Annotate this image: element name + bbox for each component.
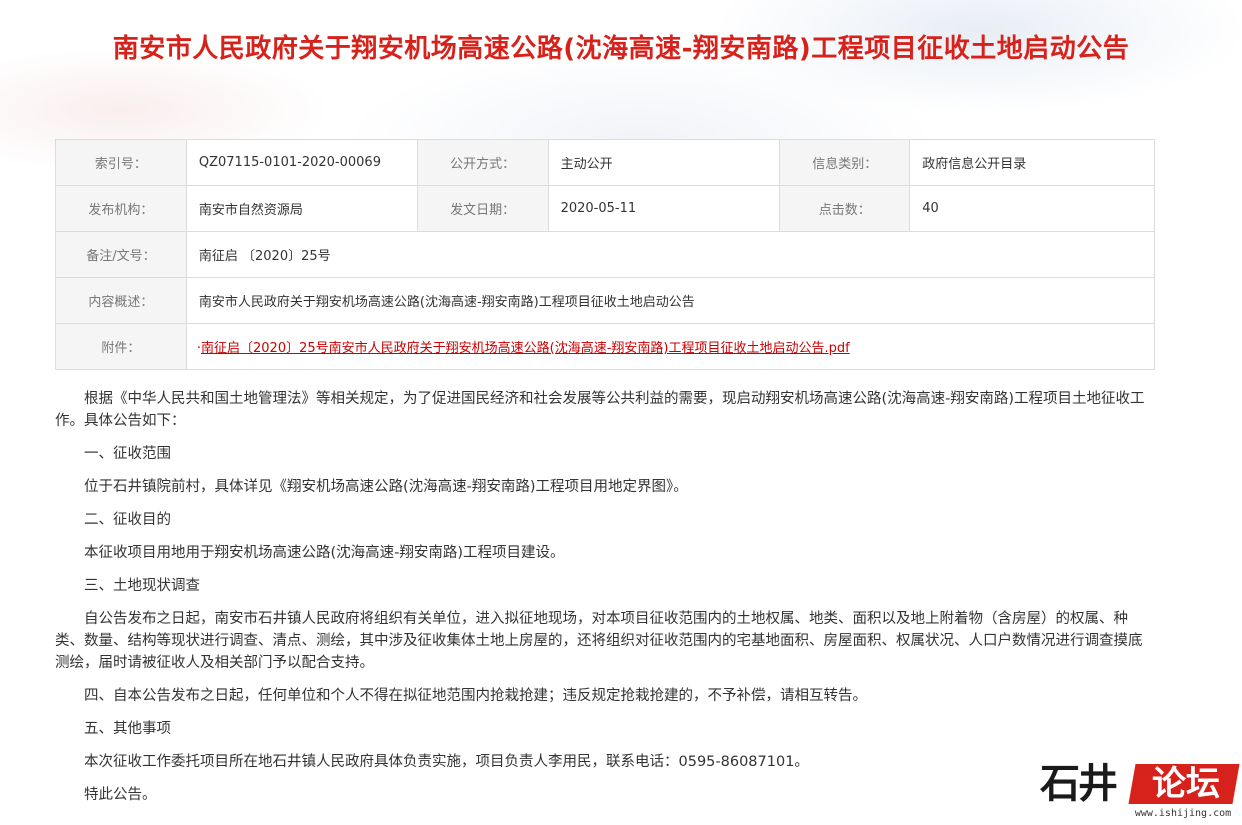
- paragraph: 位于石井镇院前村，具体详见《翔安机场高速公路(沈海高速-翔安南路)工程项目用地定…: [84, 479, 688, 495]
- category-value: 政府信息公开目录: [909, 139, 1155, 186]
- meta-row: 内容概述： 南安市人民政府关于翔安机场高速公路(沈海高速-翔安南路)工程项目征收…: [55, 277, 1156, 324]
- date-label: 发文日期：: [416, 185, 549, 232]
- paragraph: 本次征收工作委托项目所在地石井镇人民政府具体负责实施，项目负责人李用民，联系电话…: [84, 754, 809, 770]
- logo-text-luntan: 论坛: [1152, 764, 1220, 804]
- doc-number-label: 备注/文号：: [55, 231, 187, 278]
- paragraph: 自公告发布之日起，南安市石井镇人民政府将组织有关单位，进入拟征地现场，对本项目征…: [55, 611, 1143, 671]
- hits-label: 点击数：: [779, 185, 911, 232]
- paragraph: 本征收项目用地用于翔安机场高速公路(沈海高速-翔安南路)工程项目建设。: [84, 545, 565, 561]
- open-mode-label: 公开方式：: [416, 139, 549, 186]
- section-heading: 三、土地现状调查: [84, 578, 200, 594]
- meta-table: 索引号： QZ07115-0101-2020-00069 公开方式： 主动公开 …: [55, 139, 1156, 370]
- logo-text-shijing: 石井: [1040, 761, 1118, 807]
- section-heading: 五、其他事项: [84, 721, 171, 737]
- meta-row: 备注/文号： 南征启 〔2020〕25号: [55, 231, 1156, 278]
- publisher-label: 发布机构：: [55, 185, 187, 232]
- publisher-value: 南安市自然资源局: [185, 185, 418, 232]
- meta-row: 发布机构： 南安市自然资源局 发文日期： 2020-05-11 点击数： 40: [55, 185, 1155, 232]
- index-label: 索引号：: [55, 139, 187, 186]
- forum-logo: 石井 论坛 www.ishijing.com: [1036, 760, 1242, 825]
- attachment-cell: ·南征启〔2020〕25号南安市人民政府关于翔安机场高速公路(沈海高速-翔安南路…: [185, 323, 1156, 370]
- category-label: 信息类别：: [779, 139, 911, 186]
- logo-url: www.ishijing.com: [1134, 808, 1232, 819]
- summary-value: 南安市人民政府关于翔安机场高速公路(沈海高速-翔安南路)工程项目征收土地启动公告: [185, 277, 1156, 324]
- article-body: 根据《中华人民共和国土地管理法》等相关规定，为了促进国民经济和社会发展等公共利益…: [55, 388, 1155, 817]
- index-value: QZ07115-0101-2020-00069: [185, 139, 418, 186]
- summary-label: 内容概述：: [55, 277, 187, 324]
- open-mode-value: 主动公开: [547, 139, 781, 186]
- date-value: 2020-05-11: [547, 185, 781, 232]
- paragraph: 四、自本公告发布之日起，任何单位和个人不得在拟征地范围内抢栽抢建；违反规定抢栽抢…: [84, 688, 867, 704]
- attachment-label: 附件：: [55, 323, 187, 370]
- hits-value: 40: [909, 185, 1155, 232]
- paragraph: 根据《中华人民共和国土地管理法》等相关规定，为了促进国民经济和社会发展等公共利益…: [55, 391, 1145, 429]
- meta-row: 索引号： QZ07115-0101-2020-00069 公开方式： 主动公开 …: [55, 139, 1155, 186]
- meta-row: 附件： ·南征启〔2020〕25号南安市人民政府关于翔安机场高速公路(沈海高速-…: [55, 323, 1156, 370]
- page-title: 南安市人民政府关于翔安机场高速公路(沈海高速-翔安南路)工程项目征收土地启动公告: [112, 34, 1130, 64]
- section-heading: 一、征收范围: [84, 446, 171, 462]
- attachment-link[interactable]: 南征启〔2020〕25号南安市人民政府关于翔安机场高速公路(沈海高速-翔安南路)…: [201, 341, 850, 356]
- closing-line: 特此公告。: [84, 787, 157, 803]
- section-heading: 二、征收目的: [84, 512, 171, 528]
- doc-number-value: 南征启 〔2020〕25号: [185, 231, 1156, 278]
